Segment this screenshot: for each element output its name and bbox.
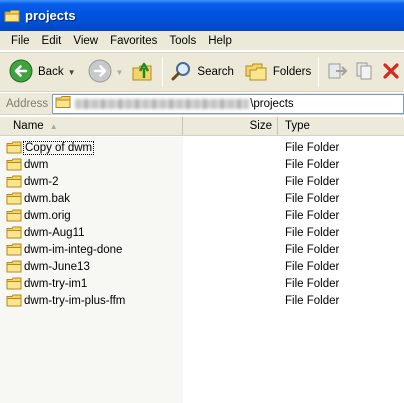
column-size-header[interactable]: Size (183, 117, 278, 135)
folder-icon (6, 243, 22, 259)
file-list[interactable]: Copy of dwm File Folder dwm File Folder dwm-… (0, 137, 404, 403)
chevron-down-icon[interactable]: ▼ (68, 68, 76, 77)
file-type: File Folder (285, 226, 340, 239)
list-item[interactable]: dwm.bak File Folder (0, 190, 404, 207)
folders-icon (244, 60, 268, 85)
delete-button[interactable] (379, 56, 403, 88)
list-item[interactable]: Copy of dwm File Folder (0, 139, 404, 156)
file-name: dwm-2 (24, 175, 59, 188)
file-type: File Folder (285, 260, 340, 273)
file-name: Copy of dwm (22, 140, 95, 155)
file-type: File Folder (285, 277, 340, 290)
file-name: dwm-Aug11 (24, 226, 85, 239)
search-label: Search (197, 66, 234, 78)
menu-edit[interactable]: Edit (36, 32, 68, 50)
delete-x-icon (382, 61, 400, 84)
folder-icon (6, 226, 22, 242)
move-to-icon (326, 60, 348, 85)
address-input[interactable]: \projects (52, 93, 404, 114)
column-type-header[interactable]: Type (278, 117, 404, 135)
menu-favorites[interactable]: Favorites (104, 32, 163, 50)
address-path: \projects (250, 97, 294, 110)
file-name: dwm.bak (24, 192, 71, 205)
folder-icon (6, 192, 22, 208)
menu-tools[interactable]: Tools (163, 32, 202, 50)
folder-icon (6, 294, 22, 310)
title-bar[interactable]: projects (0, 0, 404, 31)
back-label: Back (38, 66, 64, 78)
list-item[interactable]: dwm-im-integ-done File Folder (0, 241, 404, 258)
column-header: Name ▲ Size Type (0, 117, 404, 136)
move-to-button[interactable] (323, 56, 351, 88)
forward-button[interactable]: ▼ (85, 56, 127, 88)
list-item[interactable]: dwm-2 File Folder (0, 173, 404, 190)
folder-icon (6, 209, 22, 225)
file-name: dwm (24, 158, 49, 171)
blurred-path (75, 98, 250, 109)
up-folder-button[interactable] (128, 56, 158, 88)
column-name-label: Name (13, 120, 44, 132)
back-arrow-icon (9, 59, 33, 86)
list-item[interactable]: dwm File Folder (0, 156, 404, 173)
menu-view[interactable]: View (67, 32, 104, 50)
folder-icon (6, 277, 22, 293)
menu-bar: File Edit View Favorites Tools Help (0, 31, 404, 51)
file-name: dwm-June13 (24, 260, 90, 273)
copy-to-button[interactable] (351, 56, 379, 88)
menu-help[interactable]: Help (202, 32, 238, 50)
search-button[interactable]: Search (167, 56, 236, 88)
file-name: dwm-try-im-plus-ffm (24, 294, 126, 307)
copy-to-icon (354, 60, 376, 85)
menu-file[interactable]: File (5, 32, 36, 50)
toolbar-separator (162, 57, 164, 87)
up-folder-icon (131, 59, 155, 86)
address-label: Address (6, 97, 49, 110)
file-type: File Folder (285, 175, 340, 188)
file-type: File Folder (285, 192, 340, 205)
search-icon (170, 60, 192, 85)
column-type-label: Type (285, 120, 310, 132)
file-name: dwm-im-integ-done (24, 243, 123, 256)
list-item[interactable]: dwm-try-im-plus-ffm File Folder (0, 292, 404, 309)
list-item[interactable]: dwm.orig File Folder (0, 207, 404, 224)
folder-icon (6, 158, 22, 174)
column-size-label: Size (249, 120, 272, 132)
folder-icon (6, 175, 22, 191)
chevron-down-icon[interactable]: ▼ (116, 68, 124, 77)
file-name: dwm.orig (24, 209, 71, 222)
list-item[interactable]: dwm-Aug11 File Folder (0, 224, 404, 241)
file-name: dwm-try-im1 (24, 277, 88, 290)
file-type: File Folder (285, 209, 340, 222)
sort-up-icon: ▲ (49, 121, 58, 131)
file-type: File Folder (285, 141, 340, 154)
file-type: File Folder (285, 294, 340, 307)
list-item[interactable]: dwm-try-im1 File Folder (0, 275, 404, 292)
forward-arrow-icon (88, 59, 112, 86)
file-type: File Folder (285, 158, 340, 171)
folder-icon (6, 141, 22, 157)
column-name-header[interactable]: Name ▲ (0, 117, 183, 135)
toolbar-separator (318, 57, 320, 87)
window-title: projects (25, 8, 76, 23)
toolbar: Back ▼ ▼ Search Folders (0, 52, 404, 92)
folder-icon (6, 260, 22, 276)
folders-button[interactable]: Folders (241, 56, 314, 88)
address-bar: Address \projects (0, 93, 404, 115)
list-item[interactable]: dwm-June13 File Folder (0, 258, 404, 275)
back-button[interactable]: Back ▼ (6, 56, 79, 88)
file-type: File Folder (285, 243, 340, 256)
folder-icon (4, 9, 20, 23)
folders-label: Folders (272, 66, 312, 78)
folder-icon (55, 95, 71, 112)
